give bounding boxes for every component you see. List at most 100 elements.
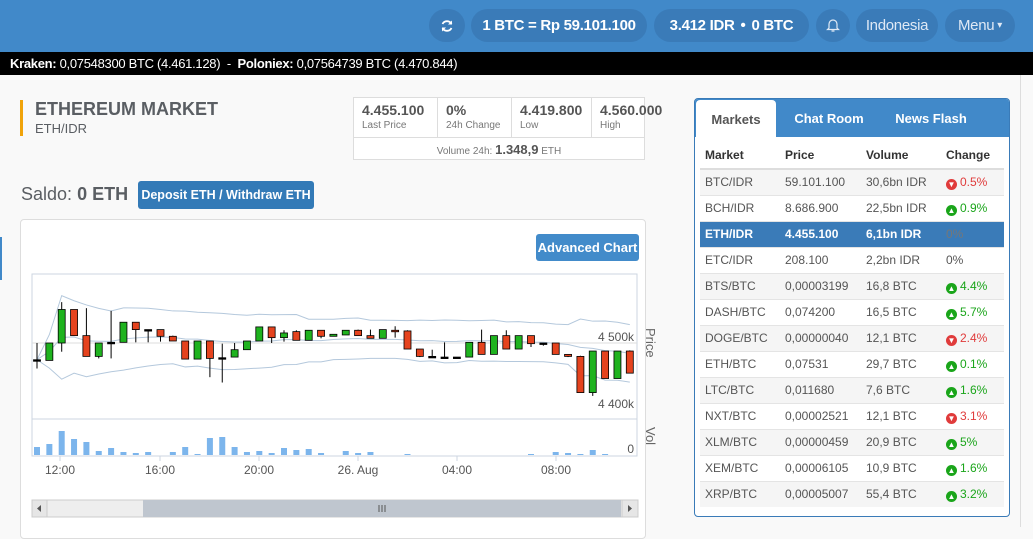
market-row[interactable]: ETH/IDR 4.455.100 6,1bn IDR 0% (700, 220, 1004, 247)
navigator-scrollbar[interactable] (31, 499, 639, 518)
volume-bar (83, 442, 90, 455)
candle[interactable] (119, 321, 128, 343)
price-tick-4500k: 4 500k (598, 330, 635, 344)
candle[interactable] (280, 332, 288, 339)
candle[interactable] (354, 329, 363, 337)
market-row[interactable]: BTC/IDR 59.101.100 30,6bn IDR ▼ 0.5% (700, 168, 1004, 195)
candle[interactable] (205, 340, 214, 359)
col-price[interactable]: Price (780, 141, 861, 170)
volume-bar (71, 439, 78, 455)
volume-bar (256, 451, 263, 455)
market-row[interactable]: DASH/BTC 0,074200 16,5 BTC ▲ 5.7% (700, 298, 1004, 325)
volume-bar (367, 452, 374, 455)
candle[interactable] (551, 342, 560, 355)
candle[interactable] (255, 326, 264, 342)
volume-bar (602, 454, 609, 455)
candle[interactable] (243, 340, 251, 351)
market-row[interactable]: XEM/BTC 0,00006105 10,9 BTC ▲ 1.6% (700, 454, 1004, 481)
market-row[interactable]: BTS/BTC 0,00003199 16,8 BTC ▲ 4.4% (700, 272, 1004, 299)
candle[interactable] (465, 341, 474, 358)
candle[interactable] (70, 309, 78, 337)
candle[interactable] (440, 356, 449, 359)
candle[interactable] (168, 335, 177, 342)
candle[interactable] (218, 357, 227, 360)
price-chart[interactable]: 4 500k 4 400k 0 Price Vol 12:00 16:00 20:0… (0, 0, 700, 527)
x-tick-label: 16:00 (145, 463, 175, 477)
market-market: BTS/BTC (700, 272, 780, 299)
col-change[interactable]: Change (941, 141, 1004, 170)
candle[interactable] (292, 331, 301, 341)
market-change: ▲ 0.9% (941, 194, 1004, 221)
market-row[interactable]: NXT/BTC 0,00002521 12,1 BTC ▼ 3.1% (700, 402, 1004, 429)
candle[interactable] (304, 329, 313, 341)
market-change: ▲ 0.1% (941, 350, 1004, 377)
tab-chat-room[interactable]: Chat Room (781, 99, 877, 137)
market-price: 4.455.100 (780, 220, 861, 247)
market-row[interactable]: LTC/BTC 0,011680 7,6 BTC ▲ 1.6% (700, 376, 1004, 403)
market-change: ▲ 1.6% (941, 454, 1004, 481)
volume-bar (194, 454, 201, 455)
candle[interactable] (131, 321, 140, 331)
market-price: 0,00003199 (780, 272, 861, 299)
tab-news-flash[interactable]: News Flash (885, 99, 977, 137)
candle[interactable] (490, 335, 498, 355)
candle[interactable] (452, 356, 461, 359)
candle[interactable] (527, 335, 535, 345)
language-button[interactable]: Indonesia (856, 9, 938, 42)
candle[interactable] (477, 341, 486, 355)
candle[interactable] (193, 340, 202, 360)
candle[interactable] (625, 350, 634, 374)
candle[interactable] (144, 329, 153, 332)
market-volume: 7,6 BTC (861, 376, 941, 403)
candle[interactable] (588, 350, 597, 393)
candle[interactable] (267, 326, 276, 339)
candle[interactable] (564, 353, 572, 357)
candle[interactable] (613, 350, 622, 379)
volume-bar (528, 454, 534, 455)
candle[interactable] (391, 329, 400, 333)
volume-bar (95, 451, 102, 455)
candle[interactable] (33, 359, 41, 362)
tab-markets[interactable]: Markets (696, 100, 776, 138)
menu-button[interactable]: Menu ▾ (945, 9, 1015, 42)
candle[interactable] (45, 342, 54, 361)
market-row[interactable]: DOGE/BTC 0,00000040 12,1 BTC ▼ 2.4% (700, 324, 1004, 351)
candle[interactable] (156, 329, 165, 337)
market-row[interactable]: BCH/IDR 8.686.900 22,5bn IDR ▲ 0.9% (700, 194, 1004, 221)
volume-bar (268, 453, 275, 455)
col-volume[interactable]: Volume (861, 141, 941, 170)
candle[interactable] (329, 333, 338, 337)
candle[interactable] (181, 340, 190, 360)
candle[interactable] (415, 348, 424, 357)
candle[interactable] (428, 355, 437, 359)
candle[interactable] (378, 329, 387, 339)
market-row[interactable]: ETH/BTC 0,07531 29,7 BTC ▲ 0.1% (700, 350, 1004, 377)
candle[interactable] (230, 349, 239, 358)
candle[interactable] (317, 329, 325, 337)
market-row[interactable]: XRP/BTC 0,00005007 55,4 BTC ▲ 3.2% (700, 480, 1004, 507)
candle[interactable] (576, 355, 585, 393)
market-price: 0,00000040 (780, 324, 861, 351)
volume-axis-label: Vol (643, 427, 658, 445)
candle[interactable] (57, 309, 66, 344)
market-row[interactable]: ETC/IDR 208.100 2,2bn IDR 0% (700, 246, 1004, 273)
candle[interactable] (94, 342, 103, 357)
candle[interactable] (403, 330, 412, 350)
candle[interactable] (502, 335, 511, 350)
market-volume: 12,1 BTC (861, 402, 941, 429)
candle[interactable] (514, 335, 523, 350)
candle[interactable] (107, 341, 115, 345)
candle[interactable] (82, 335, 91, 357)
col-market[interactable]: Market (700, 141, 780, 170)
candle[interactable] (366, 335, 375, 339)
market-market: BTC/IDR (700, 168, 780, 195)
arrow-up-circle-icon: ▲ (946, 308, 957, 320)
arrow-up-circle-icon: ▲ (946, 490, 957, 502)
market-row[interactable]: XLM/BTC 0,00000459 20,9 BTC ▲ 5% (700, 428, 1004, 455)
candle[interactable] (341, 329, 350, 336)
candle[interactable] (601, 350, 609, 379)
notifications-button[interactable] (816, 9, 850, 42)
market-price: 0,011680 (780, 376, 861, 403)
candle[interactable] (539, 342, 548, 345)
market-change: ▼ 2.4% (941, 324, 1004, 351)
